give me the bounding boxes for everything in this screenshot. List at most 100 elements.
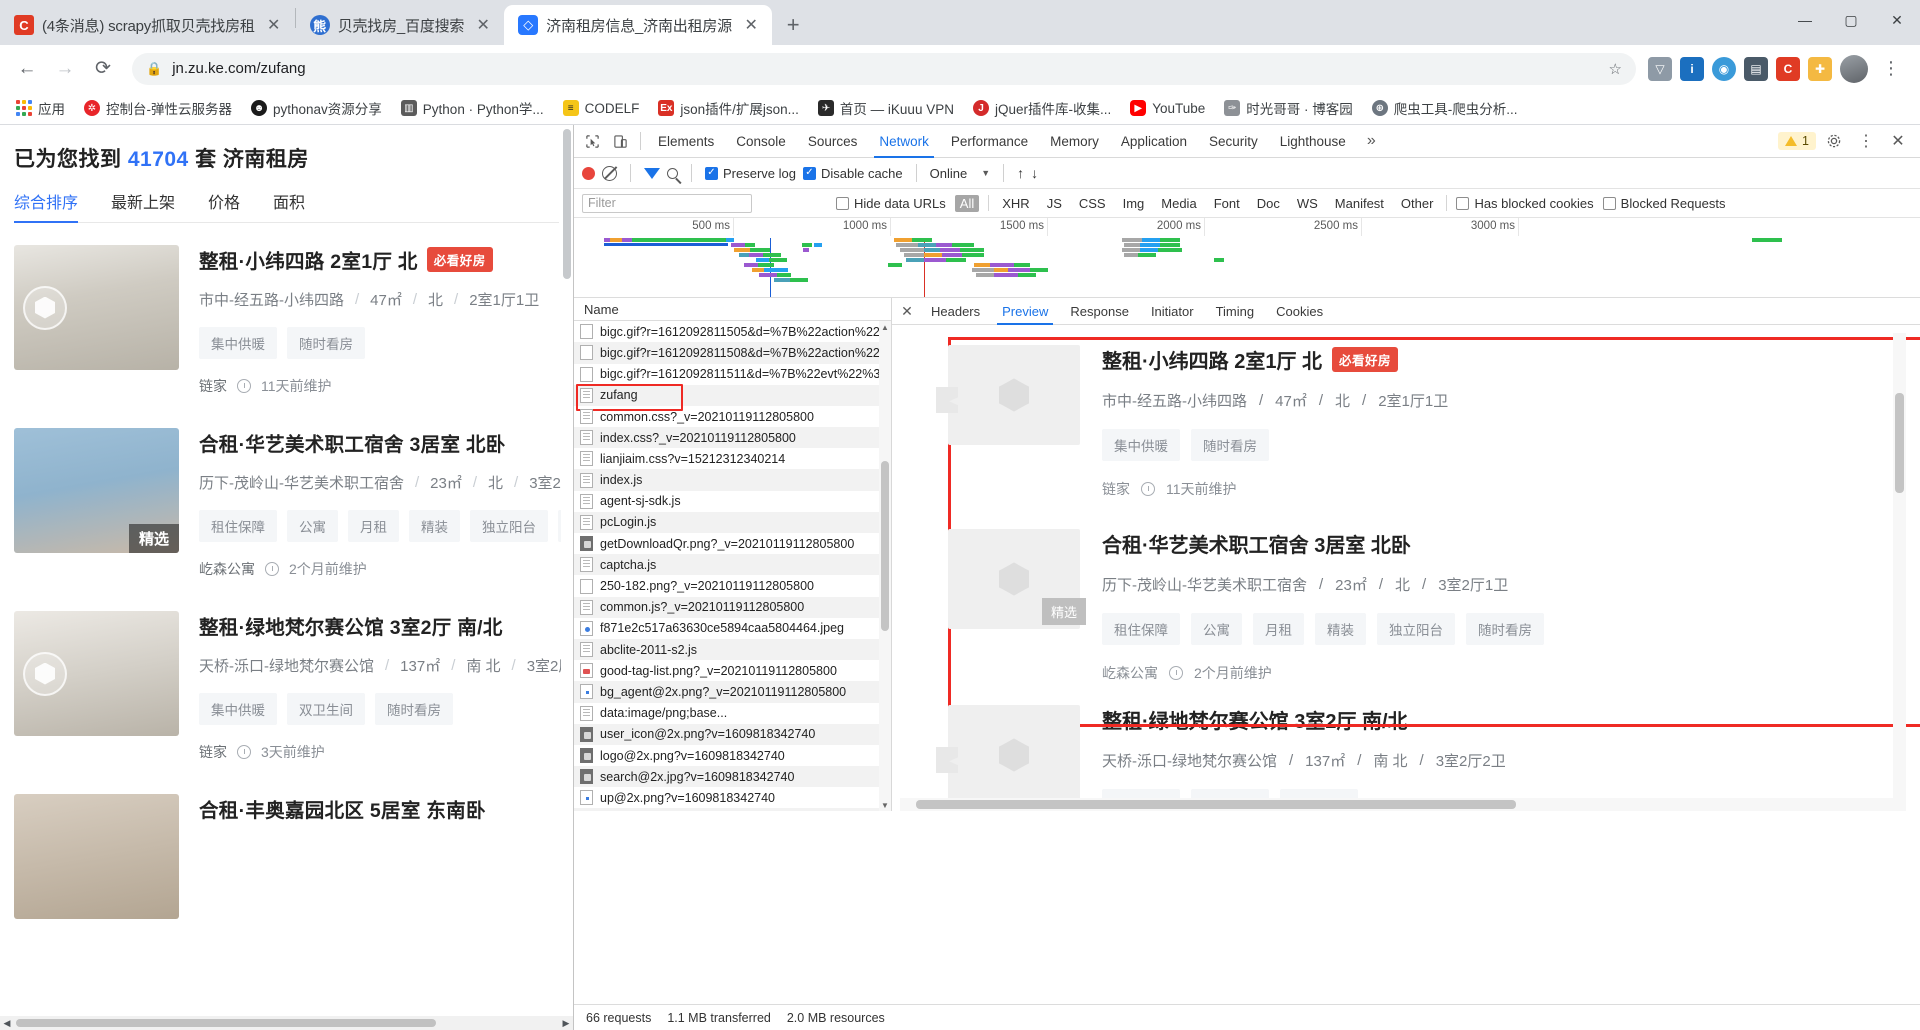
bookmark-apps[interactable]: 应用 <box>8 94 73 122</box>
extension-tabs-icon[interactable]: ▤ <box>1744 56 1768 81</box>
reload-button[interactable]: ⟳ <box>86 52 120 86</box>
more-tabs-icon[interactable]: » <box>1357 125 1386 158</box>
inspect-icon[interactable] <box>578 127 606 155</box>
bookmark-youtube[interactable]: ▶ YouTube <box>1122 96 1213 120</box>
tab-performance[interactable]: Performance <box>940 125 1039 158</box>
new-tab-button[interactable]: + <box>778 10 808 40</box>
tab-security[interactable]: Security <box>1198 125 1269 158</box>
preview-pane[interactable]: 整租·小纬四路 2室1厅 北 必看好房 市中-经五路-小纬四路 / 47㎡ / … <box>892 325 1920 811</box>
filter-type-img[interactable]: Img <box>1119 196 1149 211</box>
warning-badge[interactable]: 1 <box>1778 132 1816 150</box>
table-row[interactable]: bg_agent@2x.png?_v=20210119112805800 <box>574 681 891 703</box>
table-row[interactable]: up@2x.png?v=1609818342740 <box>574 787 891 808</box>
table-row-selected[interactable]: zufang <box>574 383 891 411</box>
sort-tab-area[interactable]: 面积 <box>273 189 305 222</box>
table-row[interactable]: agent-sj-sdk.js <box>574 491 891 512</box>
table-row[interactable]: lianjiaim.css?v=15212312340214 <box>574 448 891 469</box>
throttling-select[interactable]: Online ▼ <box>930 166 991 181</box>
request-rows[interactable]: bigc.gif?r=1612092811505&d=%7B%22action%… <box>574 321 891 811</box>
listing-thumbnail[interactable]: 精选 <box>14 428 179 553</box>
list-item[interactable]: 精选 合租·华艺美术职工宿舍 3居室 北卧 历下-茂岭山-华艺美术职工宿舍 / … <box>14 406 573 589</box>
table-row[interactable]: captcha.js <box>574 554 891 576</box>
table-row[interactable]: index.js <box>574 469 891 491</box>
search-icon[interactable] <box>667 167 678 179</box>
tab-elements[interactable]: Elements <box>647 125 725 158</box>
tab-close-icon[interactable]: ✕ <box>472 14 494 36</box>
sort-tab-price[interactable]: 价格 <box>208 189 240 222</box>
table-row[interactable]: abclite-2011-s2.js <box>574 638 891 661</box>
list-item[interactable]: 合租·丰奥嘉园北区 5居室 东南卧 <box>14 772 559 929</box>
sort-tab-newest[interactable]: 最新上架 <box>111 189 175 222</box>
profile-avatar[interactable] <box>1840 54 1868 83</box>
detail-tab-cookies[interactable]: Cookies <box>1265 298 1334 325</box>
filter-type-all[interactable]: All <box>954 194 980 212</box>
bookmark-codelf[interactable]: ≡ CODELF <box>555 96 648 120</box>
listing-thumbnail[interactable] <box>14 611 179 736</box>
filter-type-doc[interactable]: Doc <box>1253 196 1284 211</box>
scroll-up-icon[interactable]: ▲ <box>879 321 891 333</box>
tab-close-icon[interactable]: ✕ <box>740 14 762 36</box>
network-overview[interactable]: 500 ms 1000 ms 1500 ms 2000 ms 2500 ms 3… <box>574 218 1920 298</box>
bookmark-cnblogs[interactable]: ✑ 时光哥哥 · 博客园 <box>1216 94 1361 122</box>
tab-close-icon[interactable]: ✕ <box>263 14 285 36</box>
filter-type-css[interactable]: CSS <box>1075 196 1110 211</box>
table-row[interactable]: data:image/png;base... <box>574 703 891 724</box>
filter-type-font[interactable]: Font <box>1210 196 1244 211</box>
detail-tab-timing[interactable]: Timing <box>1205 298 1266 325</box>
tab-memory[interactable]: Memory <box>1039 125 1110 158</box>
page-vertical-scrollbar[interactable] <box>561 125 573 1030</box>
sort-tab-comprehensive[interactable]: 综合排序 <box>14 189 79 223</box>
maximize-button[interactable]: ▢ <box>1828 0 1874 40</box>
browser-tab-2[interactable]: 熊 贝壳找房_百度搜索 ✕ <box>296 5 505 45</box>
table-row[interactable]: bigc.gif?r=1612092811505&d=%7B%22action%… <box>574 321 891 342</box>
bookmark-pythonav[interactable]: ☻ pythonav资源分享 <box>243 94 390 122</box>
table-row[interactable]: down@2x.png?v=1609818342740 <box>574 808 891 811</box>
filter-type-media[interactable]: Media <box>1157 196 1200 211</box>
gear-icon[interactable] <box>1820 127 1848 155</box>
table-row[interactable]: good-tag-list.png?_v=20210119112805800 <box>574 660 891 681</box>
extension-info-icon[interactable]: i <box>1680 56 1704 81</box>
listing-title[interactable]: 整租·小纬四路 2室1厅 北 <box>199 245 418 274</box>
filter-type-manifest[interactable]: Manifest <box>1331 196 1388 211</box>
bookmark-spider[interactable]: ⊕ 爬虫工具-爬虫分析... <box>1364 94 1526 122</box>
filter-type-other[interactable]: Other <box>1397 196 1438 211</box>
listing-title[interactable]: 合租·丰奥嘉园北区 5居室 东南卧 <box>199 794 486 823</box>
list-item[interactable]: 整租·绿地梵尔赛公馆 3室2厅 南/北 天桥-泺口-绿地梵尔赛公馆 / 137㎡… <box>14 589 573 772</box>
back-button[interactable]: ← <box>10 52 44 86</box>
export-har-icon[interactable]: ↓ <box>1031 165 1038 181</box>
table-row[interactable]: bigc.gif?r=1612092811511&d=%7B%22evt%22%… <box>574 364 891 385</box>
preview-vertical-scrollbar[interactable] <box>1893 333 1906 811</box>
listing-title[interactable]: 合租·华艺美术职工宿舍 3居室 北卧 <box>199 428 506 457</box>
tab-network[interactable]: Network <box>868 125 940 158</box>
preview-horizontal-scrollbar[interactable] <box>900 798 1893 811</box>
table-row[interactable]: index.css?_v=20210119112805800 <box>574 427 891 449</box>
request-list-scrollbar[interactable]: ▲ ▼ <box>879 321 891 811</box>
tab-application[interactable]: Application <box>1110 125 1198 158</box>
table-row[interactable]: getDownloadQr.png?_v=20210119112805800 <box>574 533 891 554</box>
blocked-requests-checkbox[interactable]: Blocked Requests <box>1602 196 1725 211</box>
hide-data-urls-checkbox[interactable]: Hide data URLs <box>836 196 946 211</box>
scroll-down-icon[interactable]: ▼ <box>879 799 891 811</box>
browser-tab-1[interactable]: C (4条消息) scrapy抓取贝壳找房租 ✕ <box>0 5 295 45</box>
detail-tab-preview[interactable]: Preview <box>991 298 1059 325</box>
record-icon[interactable] <box>582 166 595 180</box>
kebab-icon[interactable]: ⋮ <box>1852 127 1880 155</box>
filter-icon[interactable] <box>644 167 660 179</box>
table-row[interactable]: pcLogin.js <box>574 511 891 534</box>
bookmark-star-icon[interactable]: ☆ <box>1609 60 1622 78</box>
listing-title[interactable]: 整租·绿地梵尔赛公馆 3室2厅 南/北 <box>199 611 503 640</box>
request-list-header[interactable]: Name <box>574 298 891 322</box>
bookmark-json[interactable]: Ex json插件/扩展json... <box>650 94 807 122</box>
table-row[interactable]: common.css?_v=20210119112805800 <box>574 406 891 427</box>
tab-sources[interactable]: Sources <box>797 125 869 158</box>
vr-360-icon[interactable] <box>23 285 67 330</box>
listing-thumbnail[interactable] <box>14 794 179 919</box>
table-row[interactable]: common.js?_v=20210119112805800 <box>574 596 891 618</box>
bookmark-ikuuu[interactable]: ✈ 首页 — iKuuu VPN <box>810 94 962 122</box>
listing-thumbnail[interactable] <box>14 245 179 370</box>
filter-input[interactable]: Filter <box>582 193 752 213</box>
disable-cache-checkbox[interactable]: ✓ Disable cache <box>802 166 903 181</box>
extension-csdn-icon[interactable]: C <box>1776 56 1800 81</box>
detail-close-icon[interactable]: ✕ <box>894 303 920 320</box>
device-toolbar-icon[interactable] <box>606 127 634 155</box>
